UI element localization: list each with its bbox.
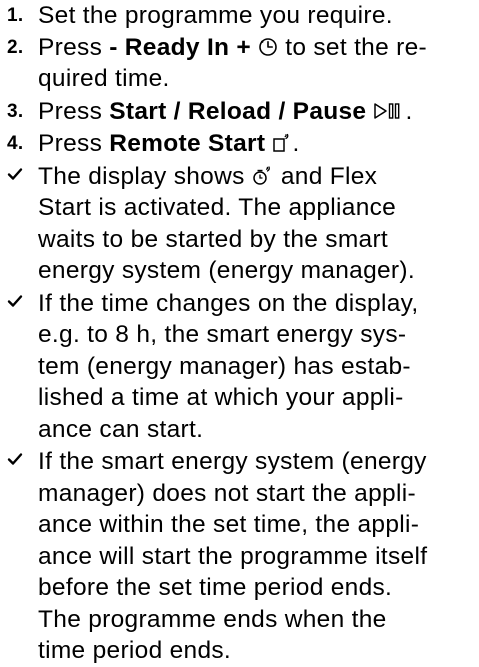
step-number: 1. (7, 5, 24, 26)
result-text-line: energy system (energy manager). (38, 257, 415, 284)
checkmark-icon (7, 167, 23, 181)
step-2: 2. Press - Ready In + to set the re- qui… (7, 32, 473, 95)
step-text: Press Remote Start . (38, 128, 473, 160)
instruction-section: 1. Set the programme you require. 2. Pre… (0, 0, 479, 667)
result-text: If the smart energy system (energy manag… (38, 446, 473, 667)
result-text: The display shows and Flex Start is acti… (38, 161, 473, 287)
step-text: Set the programme you require. (38, 2, 393, 29)
step-text: Press Start / Reload / Pause . (38, 96, 473, 128)
step-text-prefix: Press (38, 33, 110, 61)
remote-start-icon (272, 133, 292, 153)
remote-start-button-label: Remote Start (109, 130, 266, 157)
result-text-line: waits to be started by the smart (38, 225, 389, 253)
result-text-line: ance can start. (38, 415, 204, 443)
result-text-line: ance within the set time, the appli- (38, 511, 420, 538)
result-2: If the time changes on the display, e.g.… (7, 288, 473, 446)
result-1: The display shows and Flex Start is acti… (7, 161, 473, 287)
step-text-prefix: Press (38, 130, 110, 157)
step-text-continuation: quired time. (38, 65, 170, 92)
flex-start-icon (252, 165, 274, 186)
result-text: If the time changes on the display, e.g.… (38, 288, 473, 446)
ready-in-button-label: - Ready In + (109, 33, 252, 61)
start-pause-icon (373, 101, 405, 121)
step-number: 3. (7, 100, 24, 122)
result-text-line: manager) does not start the appli- (38, 479, 416, 507)
result-text-line: before the set time period ends. (38, 574, 393, 601)
step-number: 2. (7, 36, 24, 58)
step-1: 1. Set the programme you require. (7, 0, 473, 32)
checkmark-icon (7, 294, 23, 308)
step-3: 3. Press Start / Reload / Pause . (7, 96, 473, 128)
step-text-suffix: . (292, 130, 300, 157)
result-text-line: lished a time at which your appli- (38, 384, 404, 411)
result-text-line: Start is activated. The appliance (38, 194, 397, 221)
step-text: Press - Ready In + to set the re- quired… (38, 32, 473, 95)
result-3: If the smart energy system (energy manag… (7, 446, 473, 667)
result-text-line: If the smart energy system (energy (38, 448, 427, 475)
step-text-suffix: . (405, 97, 413, 125)
result-text-line: time period ends. (38, 637, 232, 664)
checkmark-icon (7, 452, 23, 466)
result-text-line: tem (energy manager) has estab- (38, 352, 411, 380)
step-text-prefix: Press (38, 97, 110, 125)
result-text-prefix: The display shows (38, 162, 252, 190)
result-text-line: If the time changes on the display, (38, 289, 419, 317)
result-text-line: e.g. to 8 h, the smart energy sys- (38, 321, 407, 348)
start-reload-pause-button-label: Start / Reload / Pause (109, 97, 367, 125)
result-text-line: The programme ends when the (38, 605, 387, 633)
step-4: 4. Press Remote Start . (7, 128, 473, 160)
clock-icon (258, 37, 278, 57)
step-text-suffix: to set the re- (278, 33, 427, 61)
result-text-line: ance will start the programme itself (38, 542, 428, 570)
result-text-suffix: and Flex (273, 162, 378, 190)
step-number: 4. (7, 133, 24, 154)
